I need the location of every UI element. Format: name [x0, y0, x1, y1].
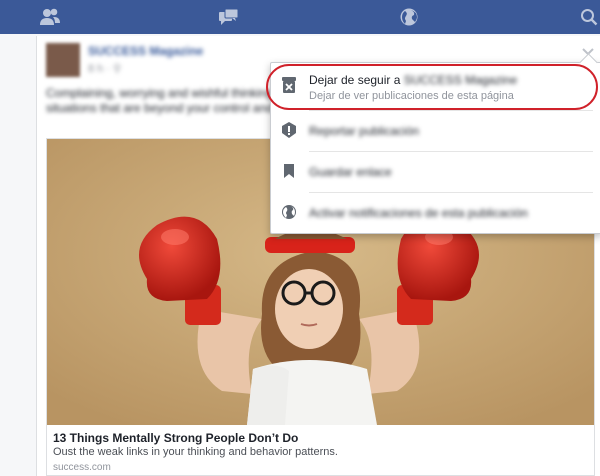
unfollow-label-prefix: Dejar de seguir a: [309, 73, 401, 87]
link-description: Oust the weak links in your thinking and…: [53, 446, 338, 458]
report-label: Reportar publicación: [309, 124, 420, 138]
notifications-label: Activar notificaciones de esta publicaci…: [309, 206, 528, 220]
page-avatar[interactable]: [46, 43, 80, 77]
menu-item-unfollow[interactable]: Dejar de seguir a SUCCESS Magazine Dejar…: [271, 67, 600, 107]
link-domain: success.com: [53, 462, 111, 473]
globe-icon: [281, 203, 297, 221]
menu-item-notifications[interactable]: Activar notificaciones de esta publicaci…: [271, 193, 600, 233]
post-text: Complaining, worrying and wishful thinki…: [46, 86, 299, 115]
globe-icon[interactable]: [398, 6, 420, 28]
menu-item-report[interactable]: Reportar publicación: [271, 111, 600, 151]
link-title[interactable]: 13 Things Mentally Strong People Don’t D…: [53, 431, 298, 445]
unfollow-label: Dejar de seguir a SUCCESS Magazine: [309, 73, 517, 87]
unfollow-sublabel: Dejar de ver publicaciones de esta págin…: [309, 90, 514, 102]
report-icon: [281, 121, 297, 139]
bookmark-icon: [281, 162, 297, 180]
post-author[interactable]: SUCCESS Magazine: [88, 44, 203, 58]
unfollow-icon: [281, 76, 297, 94]
friends-icon[interactable]: [39, 6, 61, 28]
post-options-menu: Dejar de seguir a SUCCESS Magazine Dejar…: [270, 53, 600, 234]
menu-item-save[interactable]: Guardar enlace: [271, 152, 600, 192]
post-meta: 8 h · ⚲: [88, 63, 122, 75]
unfollow-page-name: SUCCESS Magazine: [403, 73, 518, 87]
messages-icon[interactable]: [218, 6, 240, 28]
save-label: Guardar enlace: [309, 165, 392, 179]
search-icon[interactable]: [578, 6, 600, 28]
top-navigation-bar: [0, 0, 600, 34]
